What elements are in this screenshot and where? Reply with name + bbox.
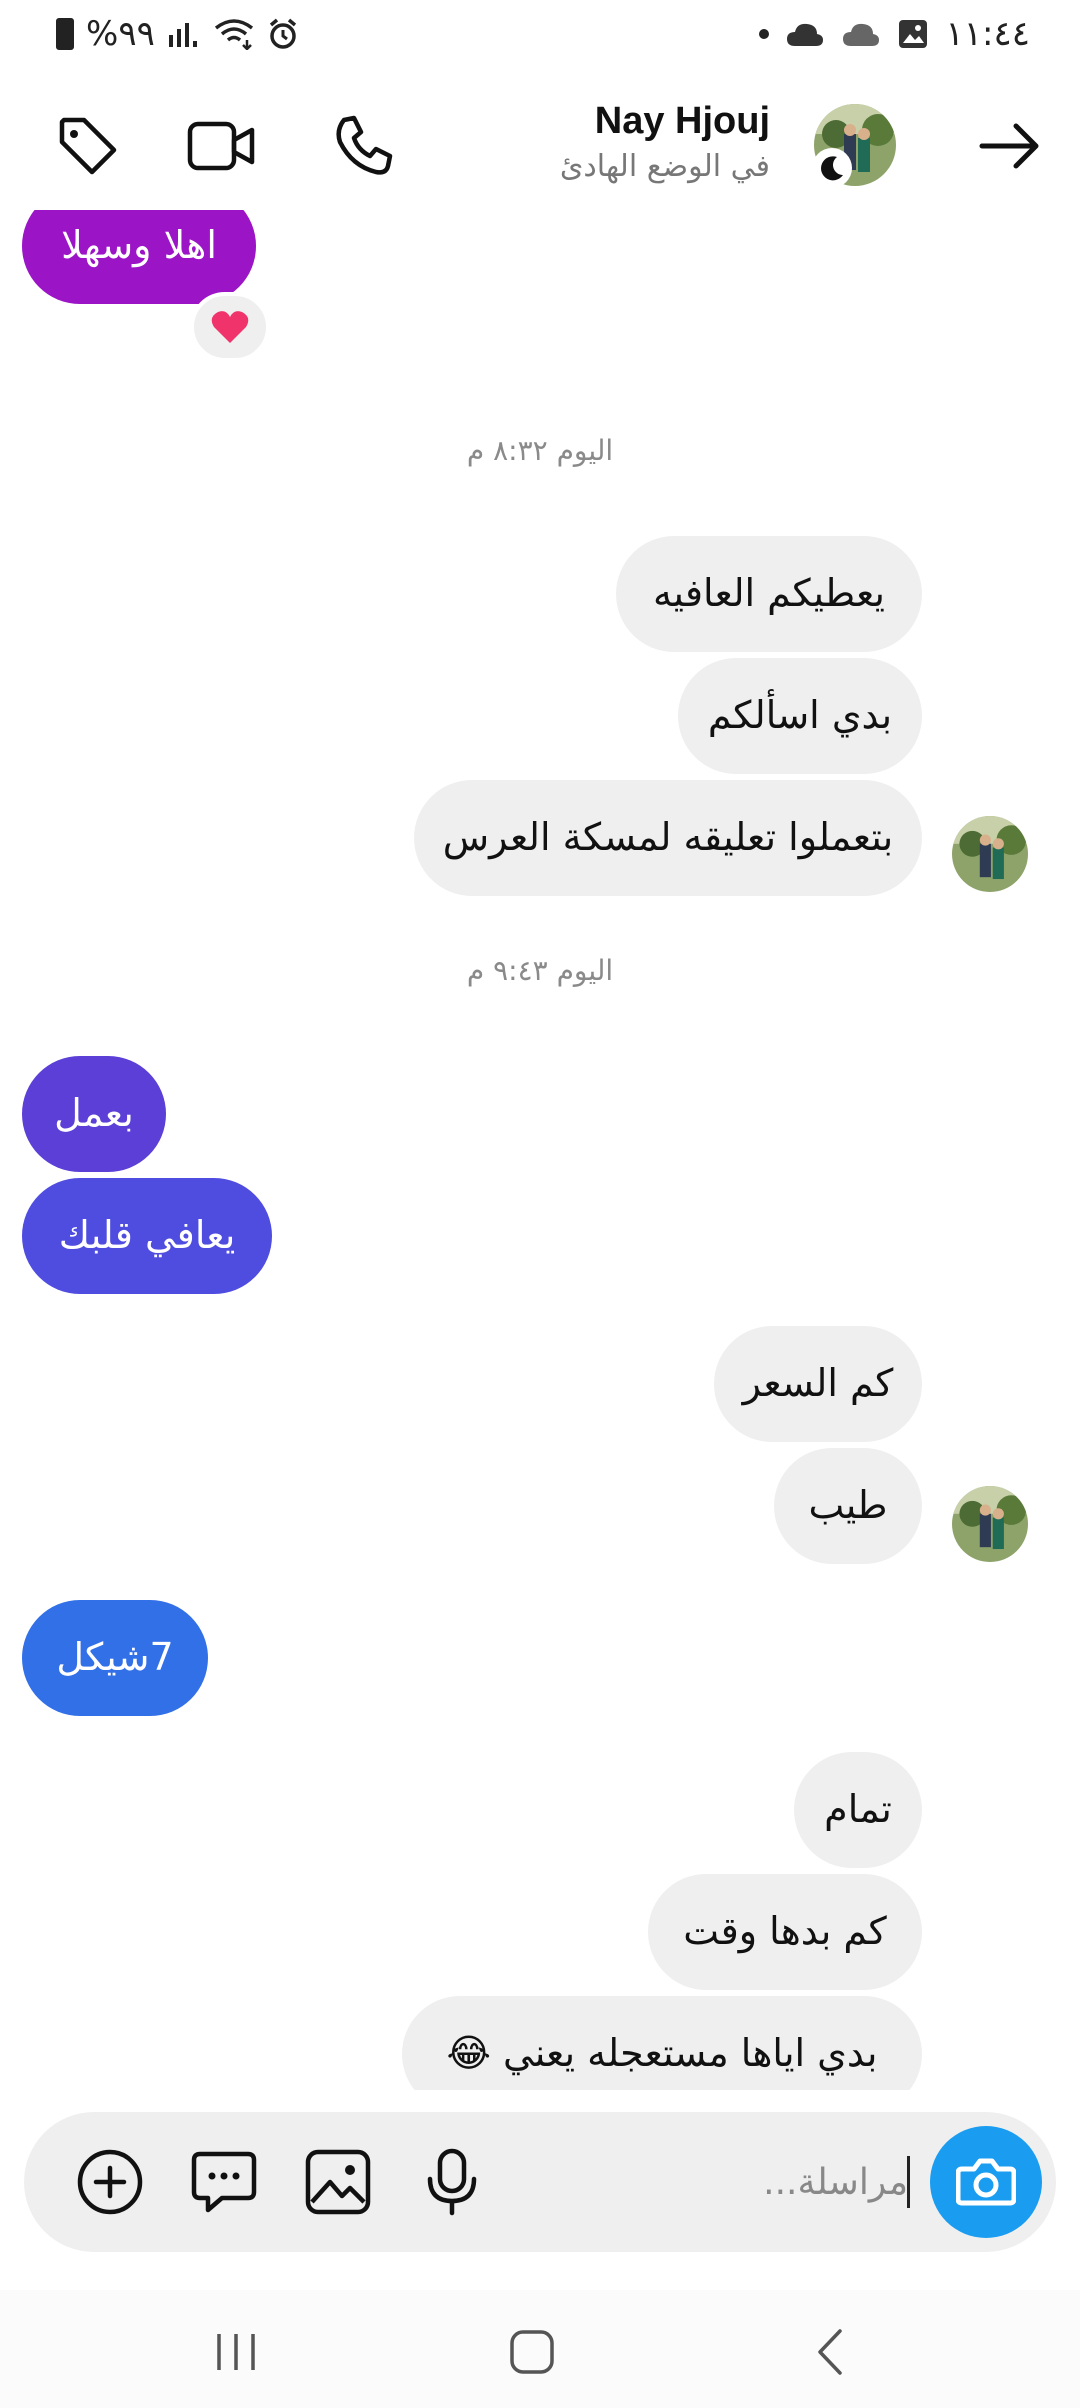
gallery-icon[interactable] [300,2144,376,2220]
gallery-icon [899,20,928,48]
message-input[interactable] [548,2152,908,2212]
incoming-message[interactable]: بدي اياها مستعجله يعني 😂 [402,1996,922,2090]
status-bar: %٩٩ ١١:٤٤ [0,0,1080,70]
alarm-icon [269,18,296,49]
chat-header: Nay Hjouj في الوضع الهادئ [0,80,1080,210]
incoming-message[interactable]: طيب [774,1448,922,1564]
incoming-message[interactable]: بدي اسألكم [678,658,922,774]
wifi-icon [214,19,253,50]
outgoing-message[interactable]: يعافي قلبك [22,1178,272,1294]
message-list[interactable]: اهلا وسهلا اليوم ٨:٣٢ م يعطيكم العافيه ب… [0,210,1080,2090]
contact-status: في الوضع الهادئ [559,149,770,184]
timestamp: اليوم ٩:٤٣ م [466,954,614,987]
contact-info[interactable]: Nay Hjouj في الوضع الهادئ [560,100,770,184]
battery-percent: %٩٩ [86,14,155,54]
outgoing-message[interactable]: 7شيكل [22,1600,208,1716]
tag-icon[interactable] [52,110,124,182]
home-icon[interactable] [492,2312,572,2392]
camera-button[interactable] [930,2126,1042,2238]
camera-icon [956,2158,1016,2206]
outgoing-message[interactable]: اهلا وسهلا [22,210,256,304]
heart-icon [211,311,249,343]
status-time: ١١:٤٤ [945,14,1030,54]
sender-avatar[interactable] [952,1486,1028,1562]
dot-icon [759,29,770,39]
status-left: %٩٩ [56,14,299,54]
timestamp: اليوم ٨:٣٢ م [466,434,614,467]
battery-icon [56,18,74,50]
sender-avatar[interactable] [952,816,1028,892]
contact-name: Nay Hjouj [594,100,770,142]
chat-options-icon[interactable] [186,2144,262,2220]
outgoing-message[interactable]: بعمل [22,1056,166,1172]
incoming-message[interactable]: يعطيكم العافيه [616,536,922,652]
cloud-alt-icon [843,23,880,46]
phone-call-icon[interactable] [326,110,398,182]
incoming-message[interactable]: بتعملوا تعليقه لمسكة العرس [414,780,922,896]
system-nav-bar [0,2290,1080,2408]
moon-icon [812,148,852,188]
incoming-message[interactable]: كم السعر [714,1326,922,1442]
microphone-icon[interactable] [414,2144,490,2220]
recent-apps-icon[interactable] [196,2312,276,2392]
video-call-icon[interactable] [186,110,258,182]
status-right: ١١:٤٤ [759,14,1030,54]
add-icon[interactable] [72,2144,148,2220]
message-composer [24,2112,1056,2252]
incoming-message[interactable]: كم بدها وقت [648,1874,922,1990]
cloud-icon [787,23,824,46]
incoming-message[interactable]: تمام [794,1752,922,1868]
back-nav-icon[interactable] [790,2312,870,2392]
back-arrow-icon[interactable] [974,110,1046,182]
signal-icon [168,23,197,47]
text-caret [907,2156,910,2208]
reaction-heart[interactable] [190,292,270,362]
